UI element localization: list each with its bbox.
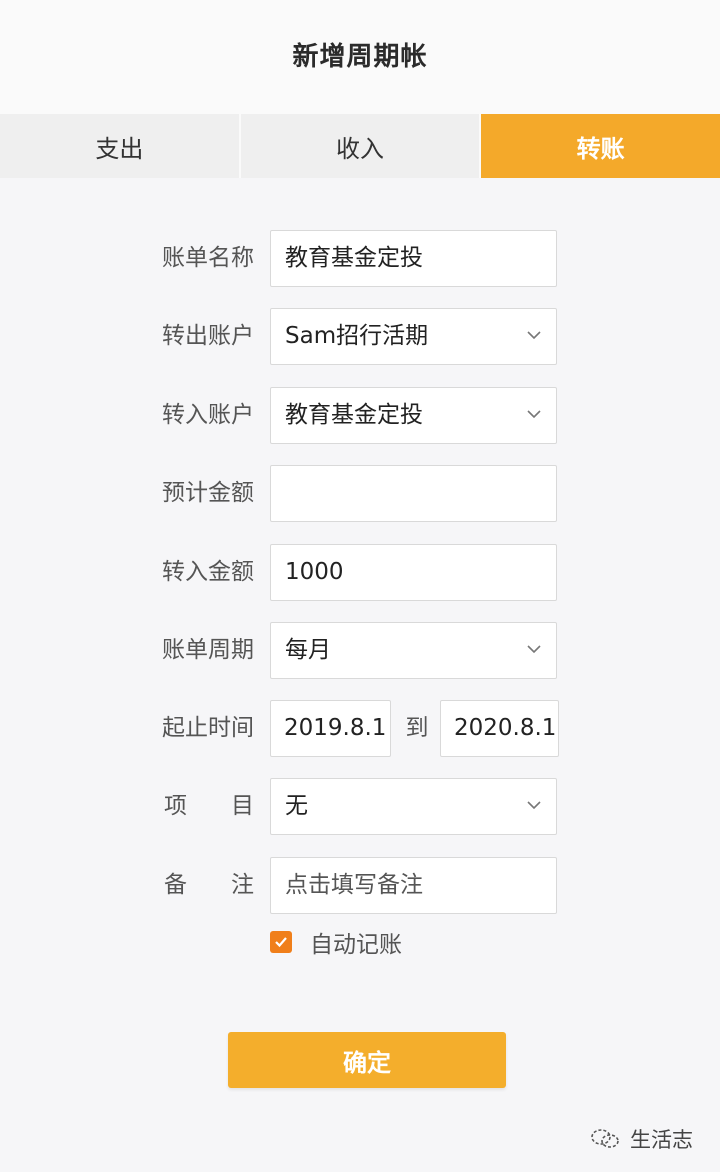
watermark: 生活志	[590, 1124, 693, 1154]
end-date-input[interactable]: 2020.8.1	[440, 700, 559, 757]
from-account-select[interactable]: Sam招行活期	[270, 308, 557, 365]
estimated-amount-input[interactable]	[270, 465, 557, 522]
transfer-amount-row: 转入金额 1000	[0, 544, 720, 601]
to-label: 到	[405, 715, 429, 741]
auto-record-option[interactable]: 自动记账	[270, 926, 402, 958]
transfer-amount-label: 转入金额	[162, 559, 254, 585]
chevron-down-icon	[527, 331, 541, 340]
note-label-char-2: 注	[231, 872, 254, 898]
bill-cycle-label: 账单周期	[162, 637, 254, 663]
project-value: 无	[285, 793, 308, 819]
bill-name-input[interactable]: 教育基金定投	[270, 230, 557, 287]
to-account-select[interactable]: 教育基金定投	[270, 387, 557, 444]
to-account-label: 转入账户	[162, 402, 254, 428]
chevron-down-icon	[527, 801, 541, 810]
wechat-icon	[591, 1129, 619, 1148]
estimated-amount-row: 预计金额	[0, 465, 720, 522]
bill-name-label: 账单名称	[162, 245, 254, 271]
auto-record-checkbox[interactable]	[270, 931, 292, 953]
bill-cycle-value: 每月	[285, 637, 331, 663]
tab-income[interactable]: 收入	[238, 114, 480, 178]
project-select[interactable]: 无	[270, 778, 557, 835]
period-row: 起止时间 2019.8.1 到 2020.8.1	[0, 700, 720, 757]
auto-record-label: 自动记账	[310, 932, 402, 958]
period-label: 起止时间	[162, 715, 254, 741]
note-label: 备 注	[140, 857, 254, 914]
bill-name-row: 账单名称 教育基金定投	[0, 230, 720, 287]
check-icon	[275, 937, 287, 948]
bill-cycle-select[interactable]: 每月	[270, 622, 557, 679]
from-account-value: Sam招行活期	[285, 323, 429, 349]
tab-transfer[interactable]: 转账	[479, 114, 720, 178]
transfer-amount-input[interactable]: 1000	[270, 544, 557, 601]
type-tabs: 支出 收入 转账	[0, 114, 720, 178]
page-title: 新增周期帐	[292, 42, 428, 72]
tab-expense[interactable]: 支出	[0, 114, 239, 178]
start-date-input[interactable]: 2019.8.1	[270, 700, 391, 757]
chevron-down-icon	[527, 645, 541, 654]
note-input[interactable]: 点击填写备注	[270, 857, 557, 914]
note-row: 备 注 点击填写备注	[0, 857, 720, 914]
from-account-label: 转出账户	[162, 323, 254, 349]
chevron-down-icon	[527, 410, 541, 419]
to-account-row: 转入账户 教育基金定投	[0, 387, 720, 444]
project-row: 项 目 无	[0, 778, 720, 835]
project-label: 项 目	[140, 778, 254, 835]
project-label-char-1: 项	[164, 793, 187, 819]
project-label-char-2: 目	[231, 793, 254, 819]
watermark-text: 生活志	[630, 1128, 693, 1152]
estimated-amount-label: 预计金额	[162, 480, 254, 506]
from-account-row: 转出账户 Sam招行活期	[0, 308, 720, 365]
to-account-value: 教育基金定投	[285, 402, 423, 428]
bill-cycle-row: 账单周期 每月	[0, 622, 720, 679]
note-label-char-1: 备	[164, 872, 187, 898]
confirm-button[interactable]: 确定	[228, 1032, 506, 1088]
dialog-header: 新增周期帐	[0, 0, 720, 114]
